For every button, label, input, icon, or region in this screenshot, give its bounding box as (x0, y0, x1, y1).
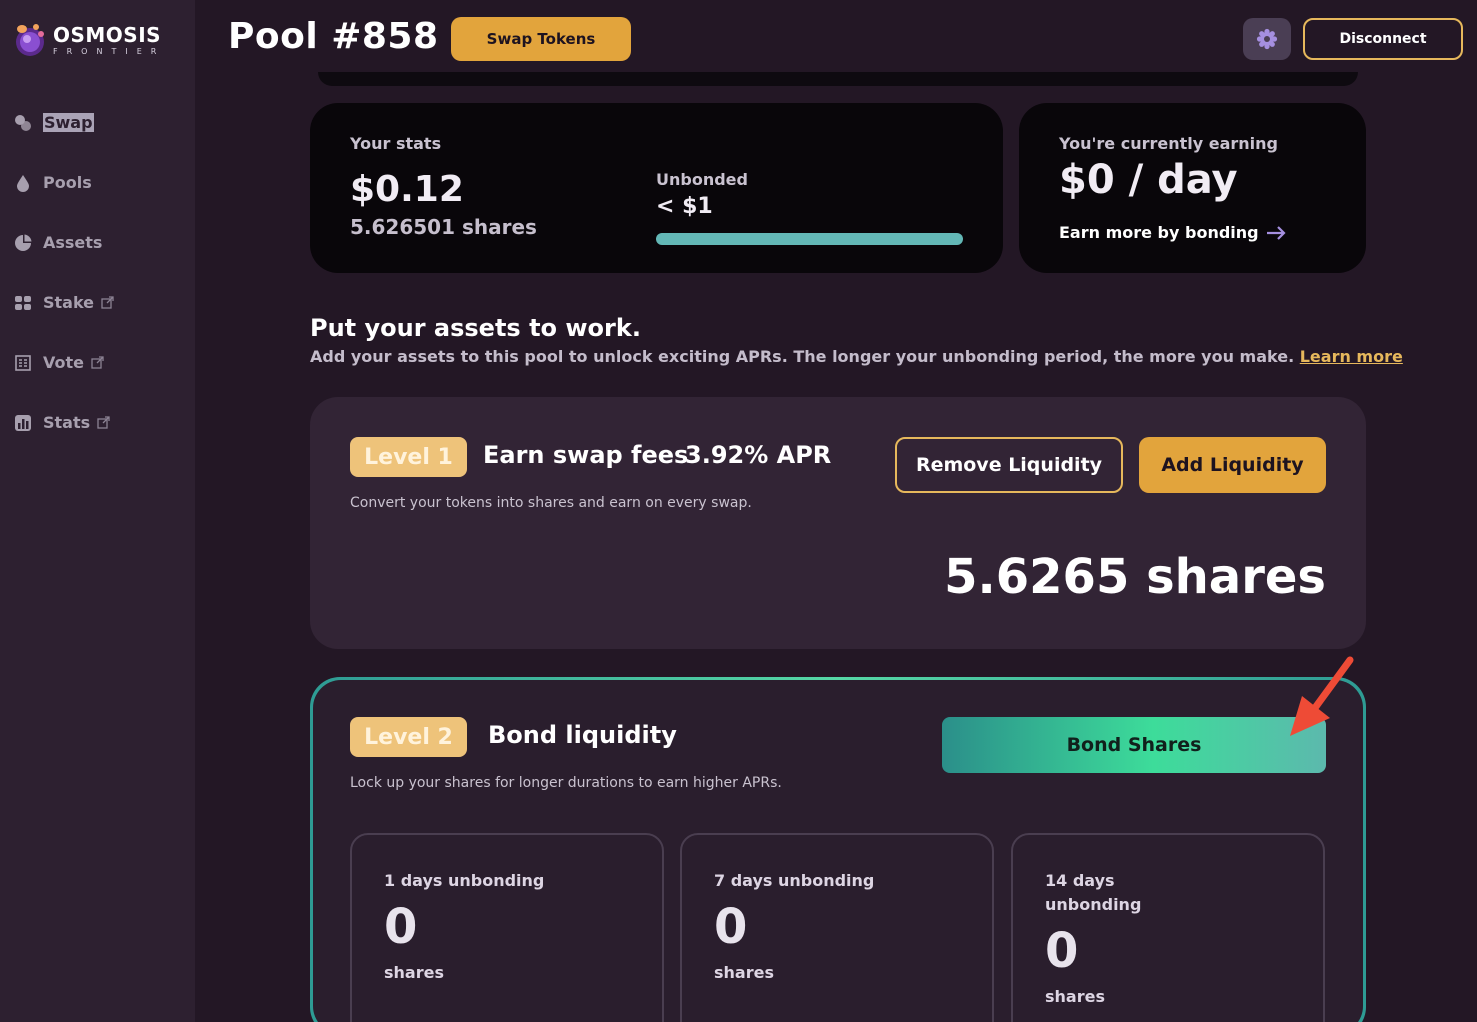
add-liquidity-button[interactable]: Add Liquidity (1139, 437, 1326, 493)
unbonded-value: < $1 (656, 194, 713, 219)
pools-icon (14, 174, 32, 192)
learn-more-link[interactable]: Learn more (1300, 347, 1403, 366)
unbonding-title: 7 days unbonding (714, 871, 875, 890)
earn-more-label: Earn more by bonding (1059, 223, 1259, 242)
brand-subtitle: FRONTIER (53, 46, 166, 56)
section-description: Add your assets to this pool to unlock e… (310, 347, 1403, 366)
assets-icon (14, 234, 32, 252)
previous-card-edge (318, 72, 1358, 86)
stats-shares: 5.626501 shares (350, 215, 537, 239)
unbonding-title: 1 days unbonding (384, 871, 545, 890)
level1-badge: Level 1 (350, 437, 467, 477)
sidebar-item-stake[interactable]: Stake (14, 293, 114, 312)
sidebar-item-swap[interactable]: Swap (14, 113, 94, 132)
osmosis-logo-icon (14, 22, 46, 58)
level2-title: Bond liquidity (488, 721, 677, 749)
sidebar-item-label: Pools (43, 173, 92, 192)
stake-icon (14, 294, 32, 312)
sidebar-item-pools[interactable]: Pools (14, 173, 92, 192)
level2-badge: Level 2 (350, 717, 467, 757)
unbonding-shares-value: 0 (714, 899, 748, 955)
earning-value: $0 / day (1059, 157, 1238, 203)
disconnect-button[interactable]: Disconnect (1303, 18, 1463, 60)
unbonding-shares-value: 0 (384, 899, 418, 955)
gear-icon (1256, 28, 1278, 50)
vote-icon (14, 354, 32, 372)
unbonding-1-day-card[interactable]: 1 days unbonding 0 shares (350, 833, 664, 1022)
unbonding-shares-unit: shares (714, 963, 774, 982)
unbonding-14-day-card[interactable]: 14 days unbonding 0 shares (1011, 833, 1325, 1022)
stats-label: Your stats (350, 134, 442, 153)
level1-title: Earn swap fees (483, 441, 689, 469)
earning-label: You're currently earning (1059, 134, 1278, 153)
stats-value: $0.12 (350, 169, 464, 210)
earn-more-link[interactable]: Earn more by bonding (1059, 223, 1287, 242)
level1-apr: 3.92% APR (685, 441, 832, 469)
logo[interactable]: OSMOSIS FRONTIER (14, 22, 165, 58)
level1-shares: 5.6265 shares (944, 549, 1326, 605)
unbonding-7-day-card[interactable]: 7 days unbonding 0 shares (680, 833, 994, 1022)
section-title: Put your assets to work. (310, 314, 641, 342)
unbonding-shares-unit: shares (384, 963, 444, 982)
arrow-right-icon (1266, 225, 1286, 240)
earning-card: You're currently earning $0 / day Earn m… (1019, 103, 1366, 273)
sidebar-item-stats[interactable]: Stats (14, 413, 110, 432)
external-link-icon (91, 356, 104, 369)
level1-description: Convert your tokens into shares and earn… (350, 495, 752, 511)
external-link-icon (101, 296, 114, 309)
sidebar-item-label: Stake (43, 293, 95, 312)
sidebar-item-vote[interactable]: Vote (14, 353, 104, 372)
sidebar: OSMOSIS FRONTIER Swap Pools Assets Stake… (0, 0, 195, 1022)
settings-button[interactable] (1243, 18, 1291, 60)
section-description-text: Add your assets to this pool to unlock e… (310, 347, 1295, 366)
sidebar-item-assets[interactable]: Assets (14, 233, 102, 252)
unbonding-shares-unit: shares (1045, 987, 1105, 1006)
your-stats-card: Your stats $0.12 5.626501 shares Unbonde… (310, 103, 1003, 273)
level2-description: Lock up your shares for longer durations… (350, 775, 782, 791)
brand-title: OSMOSIS (53, 22, 162, 47)
sidebar-item-label: Stats (43, 413, 91, 432)
level2-card-border: Level 2 Bond liquidity Lock up your shar… (310, 677, 1366, 1022)
stats-icon (14, 414, 32, 432)
level1-card: Level 1 Earn swap fees 3.92% APR Convert… (310, 397, 1366, 649)
sidebar-item-label: Vote (43, 353, 84, 372)
swap-tokens-button[interactable]: Swap Tokens (451, 17, 631, 61)
external-link-icon (97, 416, 110, 429)
sidebar-item-label: Swap (43, 113, 94, 132)
bond-shares-button[interactable]: Bond Shares (942, 717, 1326, 773)
annotation-arrow-icon (1290, 656, 1354, 736)
swap-icon (14, 114, 32, 132)
unbonding-title: 14 days unbonding (1045, 871, 1142, 914)
page-title: Pool #858 (228, 16, 439, 57)
unbonded-label: Unbonded (656, 170, 748, 189)
remove-liquidity-button[interactable]: Remove Liquidity (895, 437, 1123, 493)
sidebar-item-label: Assets (43, 233, 103, 252)
unbonded-progress-bar (656, 233, 963, 245)
unbonding-shares-value: 0 (1045, 923, 1079, 979)
level2-card: Level 2 Bond liquidity Lock up your shar… (313, 680, 1363, 1022)
